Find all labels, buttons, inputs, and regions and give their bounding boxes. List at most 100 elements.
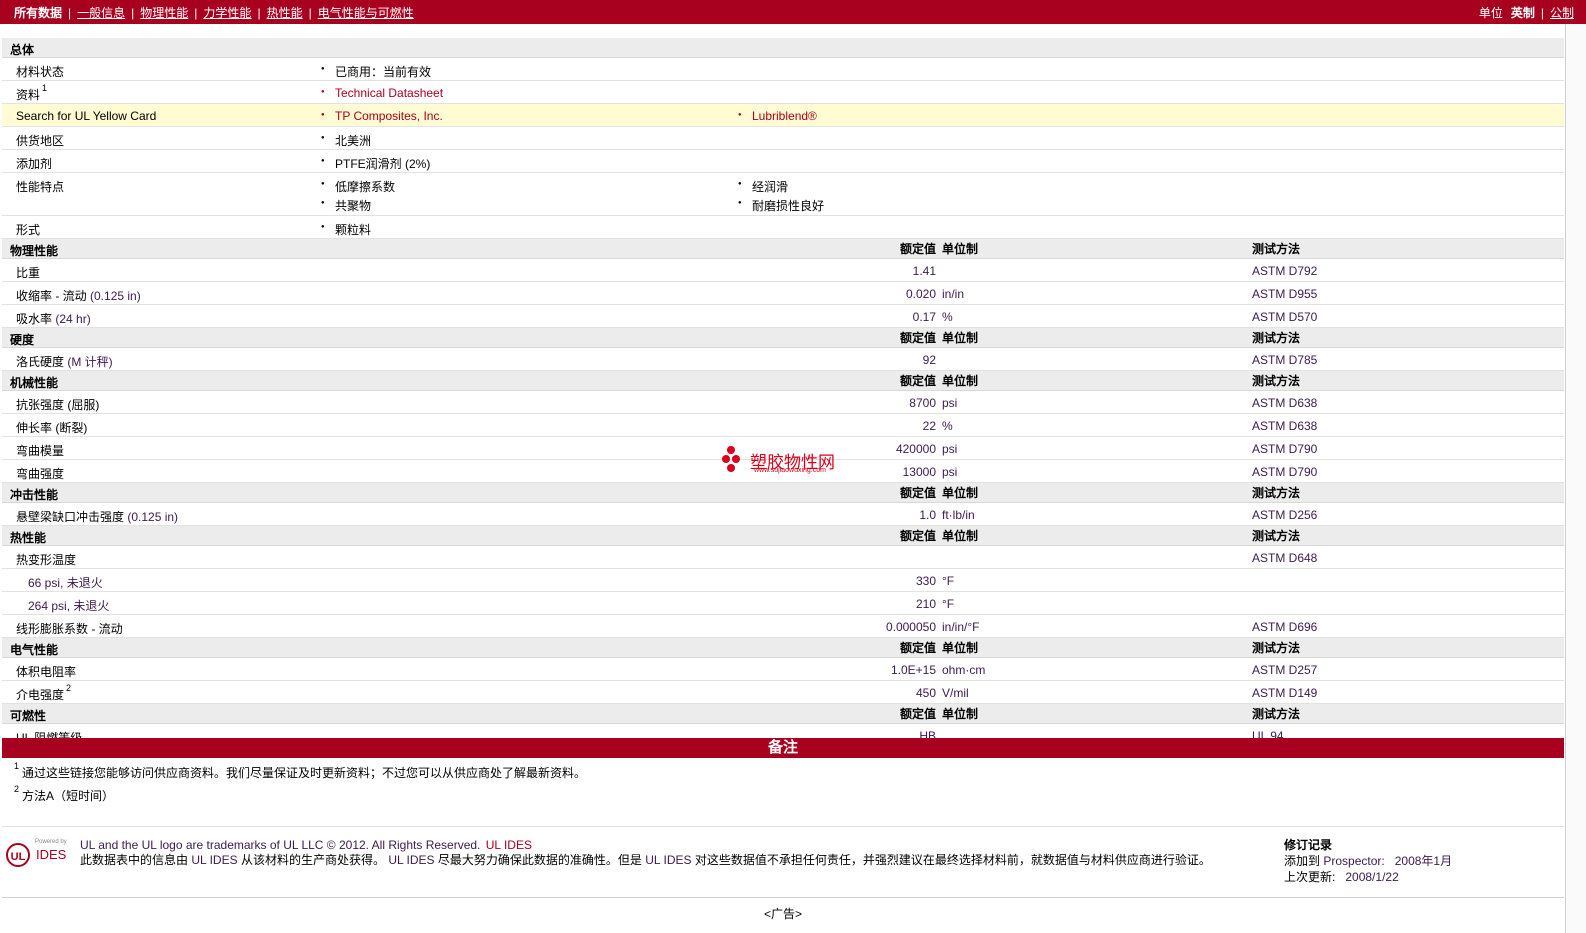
property-value: 450 [915,686,936,700]
property-name: 体积电阻率 [16,665,77,679]
col-header-value: 额定值 [899,374,936,388]
col-header-value: 额定值 [899,707,936,721]
col-header-unit: 单位制 [942,529,979,543]
notes-header: 备注 [2,738,1564,758]
test-method: ASTM D648 [1252,551,1318,565]
ul-ides-link[interactable]: UL IDES [486,838,532,852]
trademark-text: UL and the UL logo are trademarks of UL … [80,838,481,852]
condition-text: (M 计秤) [67,355,113,369]
property-unit: % [942,419,953,433]
col-header-value: 额定值 [899,529,936,543]
col-header-unit: 单位制 [942,242,979,256]
tab-mechanical[interactable]: 力学性能 [197,4,257,21]
revision-history: 修订记录 添加到 Prospector: 2008年1月 上次更新: 2008/… [1284,837,1452,885]
tab-physical[interactable]: 物理性能 [134,4,194,21]
table-row: 吸水率 (24 hr) 0.17 % ASTM D570 [2,305,1564,328]
property-value: 13000 [902,465,936,479]
ul-logo-icon: UL [6,843,30,867]
unit-switcher: 单位 英制 | 公制 [1479,4,1574,21]
property-value: 1.0 [919,508,936,522]
property-value: 0.17 [912,310,936,324]
disclaimer-part: 从该材料的生产商处获得。 [240,853,385,867]
ul-ides-logo[interactable]: UL Powered by IDES [6,839,72,873]
tp-composites-link[interactable]: TP Composites, Inc. [321,109,443,123]
row-material-status: 材料状态 已商用：当前有效 [2,58,1564,81]
property-value: 0.000050 [885,620,936,634]
table-row: 264 psi, 未退火 210 °F [2,592,1564,615]
property-unit: psi [942,442,958,456]
property-value: 22 [922,419,936,433]
units-label: 单位 [1478,6,1503,20]
section-title: 可燃性 [10,709,47,723]
row-label: Search for UL Yellow Card [16,109,157,123]
note-text: 通过这些链接您能够访问供应商资料。我们尽量保证及时更新资料；不过您可以从供应商处… [22,766,587,780]
condition-text: (0.125 in) [90,289,141,303]
row-region: 供货地区 北美洲 [2,127,1564,150]
tab-all-data[interactable]: 所有数据 [10,4,68,21]
property-unit: in/in/°F [942,620,980,634]
technical-datasheet-link[interactable]: Technical Datasheet [321,86,443,100]
ides-wordmark: IDES [36,847,67,862]
property-name: 抗张强度 (屈服) [16,398,100,412]
section-header-impact: 冲击性能 额定值 单位制 测试方法 [2,483,1564,503]
lubriblend-link[interactable]: Lubriblend® [738,109,817,123]
property-name: 吸水率 (24 hr) [16,310,91,327]
units-metric-link[interactable]: 公制 [1550,4,1574,21]
property-unit: psi [942,465,958,479]
note-number: 2 [14,784,20,794]
table-row: 抗张强度 (屈服) 8700 psi ASTM D638 [2,391,1564,414]
units-imperial: 英制 [1510,6,1535,20]
table-row: 伸长率 (断裂) 22 % ASTM D638 [2,414,1564,437]
row-value: PTFE润滑剂 (2%) [321,155,430,172]
property-unit: psi [942,396,958,410]
table-row: 线形膨胀系数 - 流动 0.000050 in/in/°F ASTM D696 [2,615,1564,638]
disclaimer-ul-ides: UL IDES [191,853,238,867]
property-value: 330 [915,574,936,588]
tab-electrical-flammability[interactable]: 电气性能与可燃性 [312,4,420,21]
section-header-thermal: 热性能 额定值 单位制 测试方法 [2,526,1564,546]
note-number: 1 [14,761,20,771]
property-name: 悬壁梁缺口冲击强度 (0.125 in) [16,508,178,525]
table-row: 66 psi, 未退火 330 °F [2,569,1564,592]
vertical-scrollbar[interactable] [1565,24,1586,933]
section-tabs: 所有数据 | 一般信息 | 物理性能 | 力学性能 | 热性能 | 电气性能与可燃性 [10,4,420,21]
revision-updated: 上次更新: 2008/1/22 [1284,869,1452,885]
revision-added-where: Prospector: [1323,854,1385,868]
row-form: 形式 颗粒料 [2,216,1564,239]
col-header-test: 测试方法 [1252,529,1301,543]
property-name: 介电强度 2 [16,683,72,703]
test-method: ASTM D149 [1252,686,1318,700]
row-value: 北美洲 [321,132,371,149]
footnote-ref: 2 [66,683,72,693]
section-header-physical: 物理性能 额定值 单位制 测试方法 [2,239,1564,259]
watermark-url: www.sujiaowuxing.com [754,467,826,474]
name-text: 介电强度 [16,688,65,702]
watermark: 塑胶物性网 www.sujiaowuxing.com [722,444,858,478]
test-method: ASTM D790 [1252,442,1318,456]
name-text: 收缩率 - 流动 [16,289,87,303]
tab-general[interactable]: 一般信息 [71,4,131,21]
table-row: 悬壁梁缺口冲击强度 (0.125 in) 1.0 ft·lb/in ASTM D… [2,503,1564,526]
property-name: 弯曲模量 [16,444,65,458]
revision-added-label: 添加到 [1284,854,1321,868]
property-name: 收缩率 - 流动 (0.125 in) [16,287,141,304]
col-header-test: 测试方法 [1252,486,1301,500]
note-item: 2 方法A（短时间） [14,784,114,804]
ad-label: <广告> [763,907,803,921]
note-item: 1 通过这些链接您能够访问供应商资料。我们尽量保证及时更新资料；不过您可以从供应商… [14,761,587,781]
col-header-test: 测试方法 [1252,641,1301,655]
footnote-ref: 1 [42,83,48,93]
property-unit: °F [942,574,955,588]
col-header-test: 测试方法 [1252,374,1301,388]
row-label: 添加剂 [16,157,53,171]
condition-text: (0.125 in) [127,510,179,524]
section-header-mechanical: 机械性能 额定值 单位制 测试方法 [2,371,1564,391]
test-method: ASTM D638 [1252,419,1318,433]
condition-text: (24 hr) [55,312,91,326]
row-value: 颗粒料 [321,221,371,238]
col-header-value: 额定值 [899,486,936,500]
test-method: ASTM D696 [1252,620,1318,634]
col-header-unit: 单位制 [942,641,979,655]
tab-thermal[interactable]: 热性能 [261,4,309,21]
revision-updated-date: 2008/1/22 [1345,870,1399,884]
